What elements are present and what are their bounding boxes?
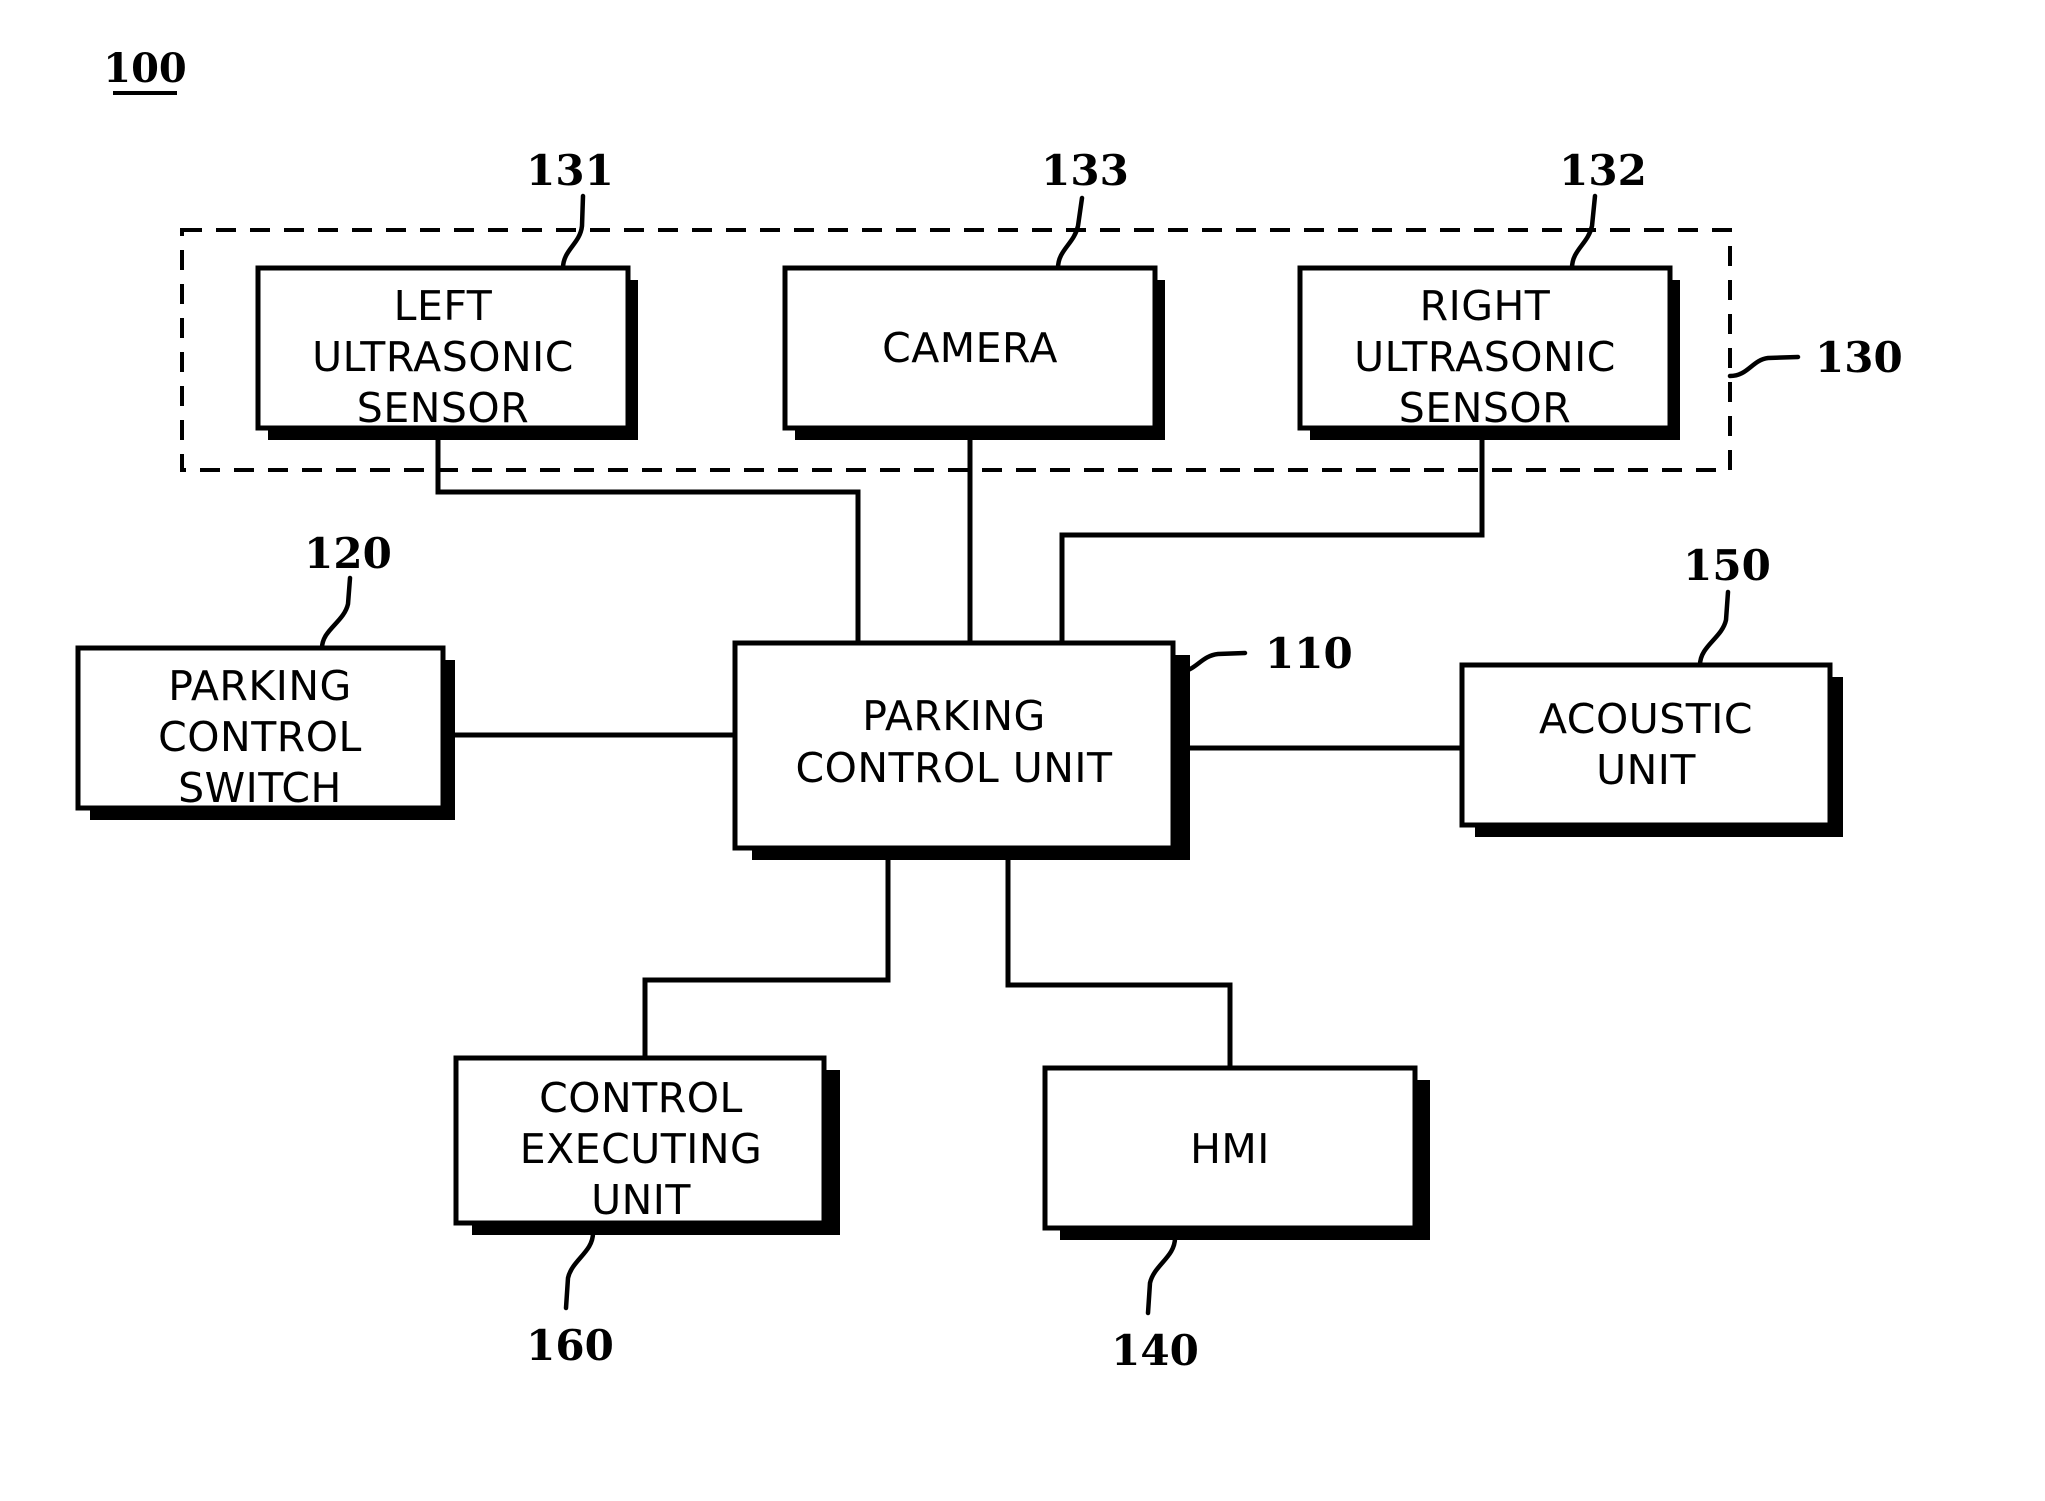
block-hmi[interactable]: HMI bbox=[1042, 1065, 1430, 1240]
acoustic-unit-label-line1: ACOUSTIC bbox=[1539, 695, 1753, 743]
block-diagram: 100 130 LEFT ULTRASONIC SENSOR 131 CAMER… bbox=[75, 45, 1903, 1375]
block-acoustic-unit[interactable]: ACOUSTIC UNIT bbox=[1459, 662, 1843, 837]
acoustic-unit-box bbox=[1459, 662, 1833, 828]
figure-number: 100 bbox=[103, 45, 187, 95]
parking-control-switch-label-line1: PARKING bbox=[168, 662, 352, 710]
figure-number-text: 100 bbox=[103, 45, 187, 92]
parking-control-unit-label-line2: CONTROL UNIT bbox=[795, 744, 1113, 792]
block-control-executing-unit[interactable]: CONTROL EXECUTING UNIT bbox=[453, 1055, 840, 1235]
ref-label-110: 110 bbox=[1265, 629, 1353, 678]
ref-160-leader bbox=[563, 1230, 596, 1311]
camera-label: CAMERA bbox=[882, 324, 1058, 372]
left-ultrasonic-sensor-label-line1: LEFT bbox=[394, 282, 493, 330]
ref-130-leader bbox=[1727, 354, 1801, 379]
connector-pcu-to-control-executing-unit bbox=[642, 852, 891, 1058]
parking-control-switch-label-line3: SWITCH bbox=[178, 764, 342, 812]
ref-label-132: 132 bbox=[1559, 146, 1647, 195]
block-parking-control-unit[interactable]: PARKING CONTROL UNIT bbox=[732, 640, 1190, 860]
ref-label-160: 160 bbox=[526, 1321, 614, 1370]
connector-pcu-to-hmi bbox=[1005, 852, 1233, 1068]
ref-120-leader bbox=[319, 575, 353, 651]
hmi-label: HMI bbox=[1190, 1125, 1270, 1173]
block-right-ultrasonic-sensor[interactable]: RIGHT ULTRASONIC SENSOR bbox=[1297, 265, 1680, 440]
ref-label-133: 133 bbox=[1041, 146, 1129, 195]
right-ultrasonic-sensor-label-line1: RIGHT bbox=[1420, 282, 1551, 330]
block-parking-control-switch[interactable]: PARKING CONTROL SWITCH bbox=[75, 645, 455, 820]
control-executing-unit-label-line3: UNIT bbox=[591, 1176, 691, 1224]
block-left-ultrasonic-sensor[interactable]: LEFT ULTRASONIC SENSOR bbox=[255, 265, 638, 440]
acoustic-unit-label-line2: UNIT bbox=[1596, 746, 1696, 794]
ref-label-140: 140 bbox=[1111, 1326, 1199, 1375]
left-ultrasonic-sensor-label-line3: SENSOR bbox=[357, 384, 529, 432]
control-executing-unit-label-line2: EXECUTING bbox=[520, 1125, 763, 1173]
ref-label-131: 131 bbox=[526, 146, 614, 195]
ref-label-130: 130 bbox=[1815, 333, 1903, 382]
left-ultrasonic-sensor-label-line2: ULTRASONIC bbox=[312, 333, 574, 381]
ref-150-leader bbox=[1697, 589, 1731, 668]
block-camera[interactable]: CAMERA bbox=[782, 265, 1165, 440]
parking-control-switch-label-line2: CONTROL bbox=[158, 713, 362, 761]
ref-133-leader bbox=[1055, 195, 1085, 271]
ref-140-leader bbox=[1145, 1235, 1178, 1316]
right-ultrasonic-sensor-label-line3: SENSOR bbox=[1399, 384, 1571, 432]
control-executing-unit-label-line1: CONTROL bbox=[539, 1074, 743, 1122]
patent-figure-canvas: 100 130 LEFT ULTRASONIC SENSOR 131 CAMER… bbox=[0, 0, 2045, 1501]
parking-control-unit-label-line1: PARKING bbox=[862, 692, 1046, 740]
ref-label-120: 120 bbox=[304, 529, 392, 578]
right-ultrasonic-sensor-label-line2: ULTRASONIC bbox=[1354, 333, 1616, 381]
ref-label-150: 150 bbox=[1683, 541, 1771, 590]
